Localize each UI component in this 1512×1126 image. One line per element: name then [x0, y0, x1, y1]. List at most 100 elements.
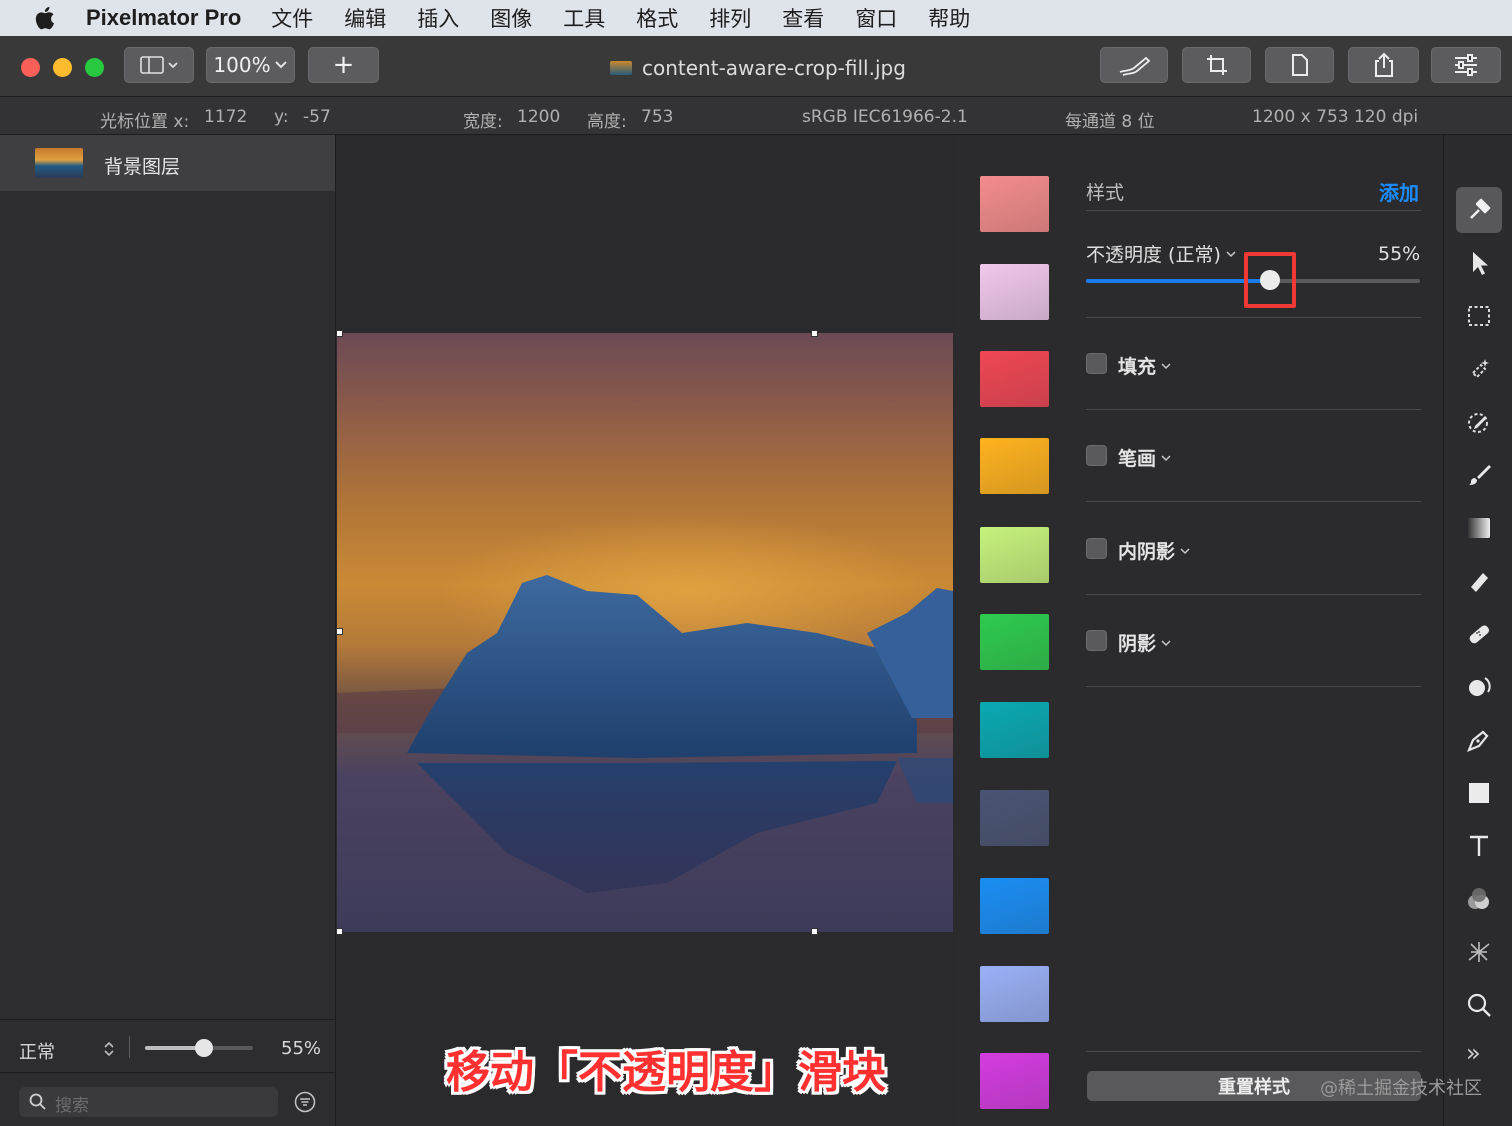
style-tool-icon[interactable]: [1456, 187, 1502, 233]
paint-brush-icon[interactable]: [1456, 452, 1502, 498]
document-name: content-aware-crop-fill.jpg: [642, 56, 906, 80]
distort-icon[interactable]: [1456, 664, 1502, 710]
add-button[interactable]: +: [308, 47, 379, 83]
layer-opacity-slider[interactable]: [145, 1039, 253, 1057]
style-preset[interactable]: [980, 264, 1049, 320]
stroke-checkbox[interactable]: [1086, 445, 1107, 466]
transform-handle-tl[interactable]: [336, 330, 343, 337]
menu-format[interactable]: 格式: [636, 3, 678, 33]
opacity-value: 55%: [1378, 243, 1421, 265]
menu-edit[interactable]: 编辑: [344, 3, 386, 33]
cursor-y-value: -57: [303, 107, 331, 127]
app-menu[interactable]: Pixelmator Pro: [86, 5, 241, 31]
style-preset[interactable]: [980, 1053, 1049, 1109]
search-placeholder: 搜索: [55, 1096, 89, 1116]
shadow-effect-toggle[interactable]: 阴影: [1118, 629, 1172, 656]
arrange-pointer-icon[interactable]: [1456, 240, 1502, 286]
color-profile: sRGB IEC61966-2.1: [802, 107, 968, 127]
style-preset[interactable]: [980, 878, 1049, 934]
style-preset[interactable]: [980, 527, 1049, 583]
chevron-down-icon: [1180, 547, 1190, 554]
menu-image[interactable]: 图像: [490, 3, 532, 33]
crop-button[interactable]: [1182, 47, 1251, 83]
style-preset[interactable]: [980, 176, 1049, 232]
fill-label: 填充: [1118, 356, 1157, 378]
width-value: 1200: [517, 107, 561, 127]
menu-tools[interactable]: 工具: [563, 3, 605, 33]
layer-row[interactable]: 背景图层: [0, 135, 335, 191]
markup-button[interactable]: [1100, 47, 1168, 83]
opacity-slider[interactable]: [1086, 252, 1420, 308]
menu-insert[interactable]: 插入: [417, 3, 459, 33]
close-window-button[interactable]: [21, 58, 40, 77]
style-presets: [955, 135, 1075, 1126]
adjustments-button[interactable]: [1431, 47, 1501, 83]
layers-search-input[interactable]: 搜索: [19, 1087, 278, 1117]
stroke-effect-toggle[interactable]: 笔画: [1118, 444, 1172, 471]
canvas-area[interactable]: [336, 135, 954, 1126]
zoom-icon[interactable]: [1456, 982, 1502, 1028]
transform-handle-top[interactable]: [811, 330, 818, 337]
zoom-window-button[interactable]: [85, 58, 104, 77]
style-preset[interactable]: [980, 702, 1049, 758]
layers-footer: 正常 55% 搜索: [0, 1019, 335, 1126]
gradient-icon[interactable]: [1456, 505, 1502, 551]
minimize-window-button[interactable]: [53, 58, 72, 77]
style-divider: [1086, 1051, 1421, 1052]
menu-arrange[interactable]: 排列: [709, 3, 751, 33]
chevron-down-icon: [1161, 639, 1171, 646]
menu-view[interactable]: 查看: [782, 3, 824, 33]
info-bar: 光标位置 x: 1172 y: -57 宽度: 1200 高度: 753 sRG…: [0, 97, 1512, 135]
style-preset[interactable]: [980, 966, 1049, 1022]
color-adjust-icon[interactable]: [1456, 876, 1502, 922]
type-icon[interactable]: [1456, 823, 1502, 869]
magic-select-icon[interactable]: [1456, 346, 1502, 392]
style-preset[interactable]: [980, 438, 1049, 494]
updown-chevron-icon[interactable]: [103, 1040, 115, 1058]
pen-icon[interactable]: [1456, 717, 1502, 763]
repair-icon[interactable]: [1456, 611, 1502, 657]
color-picker-icon[interactable]: [1456, 399, 1502, 445]
style-divider: [1086, 686, 1421, 687]
add-style-button[interactable]: 添加: [1379, 177, 1419, 206]
style-preset[interactable]: [980, 614, 1049, 670]
share-icon: [1374, 52, 1393, 77]
style-preset[interactable]: [980, 351, 1049, 407]
iceberg-illustration: [337, 575, 953, 893]
fill-checkbox[interactable]: [1086, 353, 1107, 374]
rect-select-icon[interactable]: [1456, 293, 1502, 339]
shadow-checkbox[interactable]: [1086, 630, 1107, 651]
zoom-select[interactable]: 100%: [206, 47, 295, 83]
style-panel: 样式 添加 不透明度 (正常) 55% 填充 笔画 内阴影 阴影 重置样式: [1075, 135, 1443, 1126]
menu-file[interactable]: 文件: [271, 3, 313, 33]
document-image[interactable]: [337, 333, 953, 932]
cursor-x-label: 光标位置 x:: [100, 112, 190, 132]
eraser-icon[interactable]: [1456, 558, 1502, 604]
sidebar-icon: [140, 56, 178, 74]
style-preset[interactable]: [980, 790, 1049, 846]
layer-opacity-knob[interactable]: [195, 1039, 213, 1057]
watermark: @稀土掘金技术社区: [1320, 1078, 1482, 1099]
share-button[interactable]: [1348, 47, 1419, 83]
bit-depth: 每通道 8 位: [1065, 112, 1155, 132]
inner-shadow-effect-toggle[interactable]: 内阴影: [1118, 537, 1191, 564]
apple-icon[interactable]: [32, 5, 56, 31]
inner-shadow-checkbox[interactable]: [1086, 538, 1107, 559]
transform-handle-bottom[interactable]: [811, 928, 818, 935]
opacity-mode-select[interactable]: 不透明度 (正常): [1086, 240, 1237, 267]
sidebar-toggle-button[interactable]: [124, 47, 194, 83]
more-tools-button[interactable]: »: [1466, 1039, 1481, 1067]
export-doc-button[interactable]: [1265, 47, 1334, 83]
blend-mode-select[interactable]: 正常: [19, 1038, 55, 1064]
filter-icon[interactable]: [294, 1091, 316, 1113]
transform-handle-left[interactable]: [336, 628, 343, 635]
style-divider: [1086, 501, 1421, 502]
inner-shadow-label: 内阴影: [1118, 541, 1176, 563]
menu-bar: Pixelmator Pro 文件 编辑 插入 图像 工具 格式 排列 查看 窗…: [0, 0, 1512, 36]
shape-icon[interactable]: [1456, 770, 1502, 816]
effects-icon[interactable]: [1456, 929, 1502, 975]
fill-effect-toggle[interactable]: 填充: [1118, 352, 1172, 379]
menu-window[interactable]: 窗口: [855, 3, 897, 33]
transform-handle-bl[interactable]: [336, 928, 343, 935]
menu-help[interactable]: 帮助: [928, 3, 970, 33]
